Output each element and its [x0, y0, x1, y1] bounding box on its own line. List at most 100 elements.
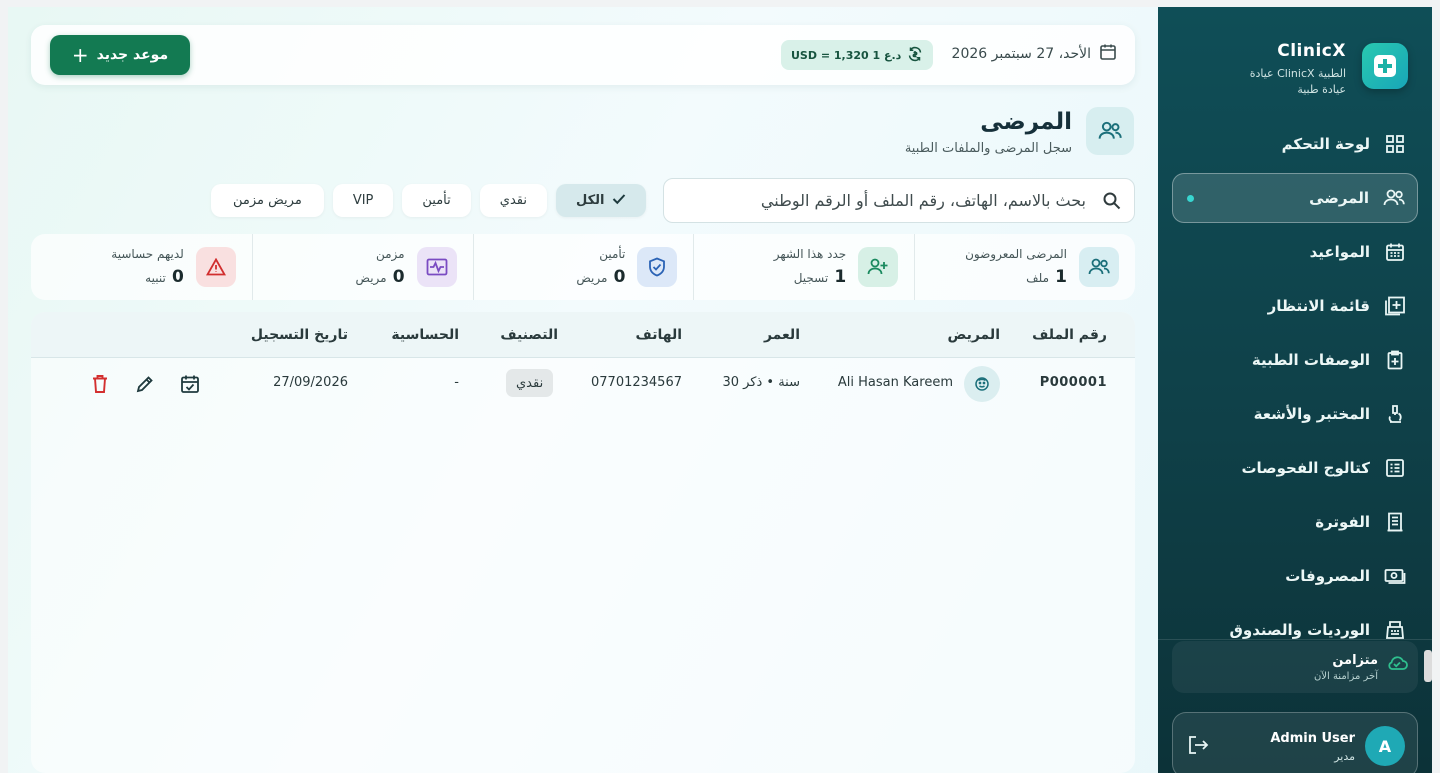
app-window: ClinicX عيادة ClinicX الطبية عيادة طبية … — [8, 7, 1432, 773]
table-header: رقم الملف المريض العمر الهاتف التصنيف ال… — [31, 312, 1135, 358]
sidebar-item-label: الفوترة — [1315, 513, 1370, 531]
sidebar-item-billing[interactable]: الفوترة — [1172, 497, 1418, 547]
column-header-allergy[interactable]: الحساسية — [391, 327, 459, 343]
sidebar-item-dashboard[interactable]: لوحة التحكم — [1172, 119, 1418, 169]
new-appointment-label: موعد جديد — [96, 47, 169, 63]
search-icon — [1102, 191, 1122, 215]
cloud-check-icon — [1386, 655, 1408, 675]
user-name: Admin User — [1270, 731, 1355, 746]
sync-subtitle: آخر مزامنة الآن — [1313, 671, 1378, 682]
filter-all[interactable]: الكل — [555, 184, 647, 217]
filter-cash[interactable]: نقدي — [479, 184, 547, 217]
date-text: الأحد، 27 سبتمبر 2026 — [951, 46, 1091, 62]
stat-label: تأمين — [599, 247, 626, 261]
brand-type: عيادة طبية — [1297, 83, 1346, 96]
user-role: مدير — [1334, 750, 1355, 763]
cell-age: 30 سنة • ذكر — [722, 375, 800, 390]
column-header-classification[interactable]: التصنيف — [500, 327, 558, 343]
stat-chronic: مزمن 0 مريض — [251, 234, 473, 300]
column-header-age[interactable]: العمر — [764, 327, 800, 343]
stat-value: 0 — [613, 267, 626, 287]
pulse-icon — [416, 247, 457, 287]
clinic-logo-icon — [1362, 43, 1408, 89]
sidebar-item-label: المواعيد — [1309, 243, 1370, 261]
stat-value: 1 — [1055, 267, 1067, 287]
stat-value: 0 — [392, 267, 405, 287]
page-title: المرضى — [980, 109, 1072, 135]
cashbox-icon — [1384, 619, 1406, 641]
cell-phone: 07701234567 — [591, 375, 682, 390]
stat-new-this-month: جدد هذا الشهر 1 تسجيل — [693, 234, 914, 300]
window-resize-handle[interactable] — [1424, 650, 1432, 682]
sidebar-item-lab[interactable]: المختبر والأشعة — [1172, 389, 1418, 439]
cell-patient-name[interactable]: Ali Hasan Kareem — [838, 375, 953, 390]
filter-insurance[interactable]: تأمين — [402, 184, 471, 217]
user-card[interactable]: A Admin User مدير — [1172, 712, 1418, 773]
top-bar: + موعد جديد USD = 1,320 1 د.ع الأحد، 27 … — [31, 25, 1135, 85]
logout-icon[interactable] — [1187, 735, 1209, 759]
dashboard-icon — [1384, 133, 1406, 155]
avatar: A — [1365, 726, 1405, 766]
alert-icon — [195, 247, 236, 287]
table-row[interactable]: P000001 Ali Hasan Kareem 30 سنة • ذكر 07… — [31, 359, 1135, 409]
stat-unit: تسجيل — [793, 271, 829, 285]
sidebar-item-patients[interactable]: المرضى — [1172, 173, 1418, 223]
sidebar-item-appointments[interactable]: المواعيد — [1172, 227, 1418, 277]
stat-unit: ملف — [1026, 271, 1049, 285]
sidebar-item-label: لوحة التحكم — [1281, 135, 1370, 153]
delete-icon[interactable] — [89, 373, 111, 395]
stat-allergies: لديهم حساسية 0 تنبيه — [31, 234, 252, 300]
cell-registered-date: 27/09/2026 — [273, 375, 348, 390]
sidebar-item-label: المختبر والأشعة — [1253, 405, 1370, 423]
cell-file-no: P000001 — [1039, 375, 1107, 390]
sidebar-item-queue[interactable]: قائمة الانتظار — [1172, 281, 1418, 331]
stat-shown-patients: المرضى المعروضون 1 ملف — [914, 234, 1135, 300]
sidebar-item-label: المصروفات — [1285, 567, 1370, 585]
sync-title: متزامن — [1332, 653, 1378, 668]
calendar-icon — [1384, 241, 1406, 263]
cell-allergy: - — [454, 375, 459, 390]
catalog-icon — [1384, 457, 1406, 479]
column-header-phone[interactable]: الهاتف — [636, 327, 682, 343]
microscope-icon — [1384, 403, 1406, 425]
sidebar-item-prescriptions[interactable]: الوصفات الطبية — [1172, 335, 1418, 385]
stat-unit: مريض — [576, 271, 608, 285]
filter-chips: الكل نقدي تأمين VIP مريض مزمن — [211, 184, 647, 217]
stat-value: 1 — [834, 267, 847, 287]
stats-bar: المرضى المعروضون 1 ملف جدد هذا الشهر 1 ت… — [31, 234, 1135, 300]
expenses-icon — [1384, 565, 1406, 587]
patients-table: رقم الملف المريض العمر الهاتف التصنيف ال… — [31, 312, 1135, 773]
checkmark-icon — [612, 193, 626, 209]
sidebar: ClinicX عيادة ClinicX الطبية عيادة طبية … — [1158, 7, 1432, 773]
calendar-icon — [1099, 43, 1117, 65]
billing-icon — [1384, 511, 1406, 533]
sidebar-item-label: الوصفات الطبية — [1251, 351, 1370, 369]
patient-avatar-icon — [964, 366, 1000, 402]
sidebar-item-label: المرضى — [1309, 189, 1369, 207]
book-appointment-icon[interactable] — [179, 373, 201, 395]
stat-insurance: تأمين 0 مريض — [472, 234, 694, 300]
brand-subtitle: عيادة ClinicX الطبية — [1249, 67, 1346, 80]
new-appointment-button[interactable]: + موعد جديد — [50, 35, 190, 75]
prescription-icon — [1384, 349, 1406, 371]
column-header-registered[interactable]: تاريخ التسجيل — [251, 327, 348, 343]
brand-name: ClinicX — [1277, 41, 1346, 61]
column-header-patient[interactable]: المريض — [947, 327, 1000, 343]
stat-unit: تنبيه — [145, 271, 166, 285]
active-indicator — [1187, 195, 1194, 202]
search-input[interactable]: بحث بالاسم، الهاتف، رقم الملف أو الرقم ا… — [663, 178, 1135, 223]
filter-vip[interactable]: VIP — [332, 184, 394, 217]
brand: ClinicX عيادة ClinicX الطبية عيادة طبية — [1178, 41, 1408, 101]
column-header-file-no[interactable]: رقم الملف — [1032, 327, 1107, 343]
exchange-rate-text: USD = 1,320 1 د.ع — [791, 48, 902, 62]
filter-label: نقدي — [499, 193, 527, 208]
patients-page-icon — [1086, 107, 1134, 155]
filter-chronic[interactable]: مريض مزمن — [211, 184, 324, 217]
search-placeholder: بحث بالاسم، الهاتف، رقم الملف أو الرقم ا… — [760, 191, 1086, 210]
exchange-rate-badge: USD = 1,320 1 د.ع — [781, 40, 934, 70]
sidebar-item-expenses[interactable]: المصروفات — [1172, 551, 1418, 601]
edit-icon[interactable] — [134, 373, 156, 395]
sidebar-nav: لوحة التحكم المرضى المواعيد قائمة الانتظ… — [1172, 119, 1418, 659]
sidebar-item-catalog[interactable]: كتالوج الفحوصات — [1172, 443, 1418, 493]
stat-label: المرضى المعروضون — [965, 247, 1067, 261]
